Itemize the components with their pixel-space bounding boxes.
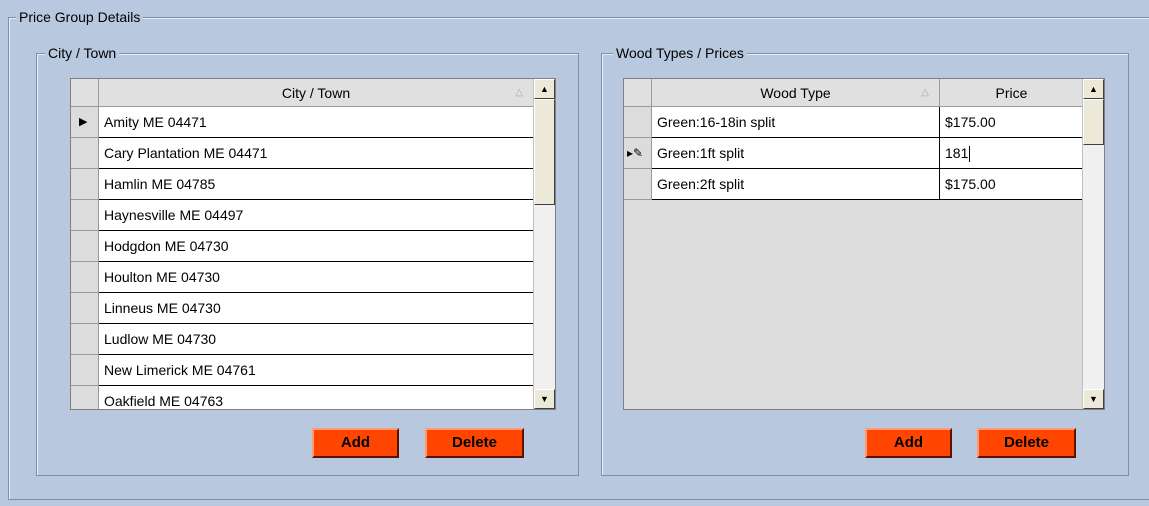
row-selector[interactable]	[71, 324, 99, 355]
city-town-column-label: City / Town	[281, 85, 351, 101]
current-row-arrow-icon: ▶	[79, 116, 88, 128]
row-selector[interactable]	[71, 231, 99, 262]
row-selector-editing[interactable]: ▸✎	[624, 138, 652, 169]
wood-types-grid[interactable]: Wood Type △ Price Green:16-18in split $1…	[623, 78, 1105, 410]
wood-type-column-label: Wood Type	[760, 85, 831, 101]
scroll-up-button[interactable]: ▲	[534, 79, 555, 99]
price-group-details-legend: Price Group Details	[16, 9, 144, 25]
city-vertical-scrollbar[interactable]: ▲ ▼	[533, 79, 555, 409]
row-selector[interactable]	[71, 262, 99, 293]
row-selector[interactable]	[71, 138, 99, 169]
scroll-up-button[interactable]: ▲	[1083, 79, 1104, 99]
wood-type-cell[interactable]: Green:16-18in split	[652, 107, 940, 138]
wood-type-cell[interactable]: Green:1ft split	[652, 138, 940, 169]
city-cell[interactable]: Houlton ME 04730	[99, 262, 534, 293]
row-selector[interactable]	[624, 169, 652, 200]
row-selector[interactable]	[71, 169, 99, 200]
city-cell[interactable]: Oakfield ME 04763	[99, 386, 534, 409]
price-cell[interactable]: $175.00	[940, 107, 1084, 138]
city-add-button[interactable]: Add	[312, 428, 399, 458]
sort-ascending-icon: △	[515, 87, 523, 98]
wood-type-cell[interactable]: Green:2ft split	[652, 169, 940, 200]
scroll-thumb[interactable]	[1083, 99, 1104, 145]
price-cell[interactable]: $175.00	[940, 169, 1084, 200]
city-town-column-header[interactable]: City / Town △	[99, 79, 534, 107]
wood-types-prices-legend: Wood Types / Prices	[613, 45, 747, 61]
row-selector-current[interactable]: ▶	[71, 107, 99, 138]
row-selector[interactable]	[71, 355, 99, 386]
city-town-grid[interactable]: City / Town △ ▶ Amity ME 04471 Cary Plan…	[70, 78, 556, 410]
city-cell[interactable]: Hodgdon ME 04730	[99, 231, 534, 262]
city-cell[interactable]: Cary Plantation ME 04471	[99, 138, 534, 169]
city-town-legend: City / Town	[45, 45, 120, 61]
down-arrow-icon: ▼	[540, 394, 549, 404]
price-column-label: Price	[995, 85, 1028, 101]
row-selector[interactable]	[71, 293, 99, 324]
up-arrow-icon: ▲	[540, 84, 549, 94]
city-cell[interactable]: Haynesville ME 04497	[99, 200, 534, 231]
scroll-down-button[interactable]: ▼	[534, 389, 555, 409]
down-arrow-icon: ▼	[1089, 394, 1098, 404]
price-cell-editing[interactable]: 181	[940, 138, 1084, 169]
wood-delete-button[interactable]: Delete	[977, 428, 1076, 458]
city-cell[interactable]: New Limerick ME 04761	[99, 355, 534, 386]
scroll-thumb[interactable]	[534, 99, 555, 205]
row-selector-header	[624, 79, 652, 107]
city-delete-button[interactable]: Delete	[425, 428, 524, 458]
city-cell[interactable]: Ludlow ME 04730	[99, 324, 534, 355]
city-cell[interactable]: Amity ME 04471	[99, 107, 534, 138]
city-cell[interactable]: Linneus ME 04730	[99, 293, 534, 324]
sort-ascending-icon: △	[921, 87, 929, 98]
price-edit-value: 181	[945, 145, 969, 161]
wood-add-button[interactable]: Add	[865, 428, 952, 458]
wood-type-column-header[interactable]: Wood Type △	[652, 79, 940, 107]
text-cursor	[969, 146, 971, 163]
row-selector-header	[71, 79, 99, 107]
price-column-header[interactable]: Price	[940, 79, 1084, 107]
up-arrow-icon: ▲	[1089, 84, 1098, 94]
row-selector[interactable]	[71, 200, 99, 231]
wood-vertical-scrollbar[interactable]: ▲ ▼	[1082, 79, 1104, 409]
row-selector[interactable]	[71, 386, 99, 409]
scroll-down-button[interactable]: ▼	[1083, 389, 1104, 409]
editing-row-pencil-icon: ▸✎	[627, 146, 644, 160]
row-selector[interactable]	[624, 107, 652, 138]
city-cell[interactable]: Hamlin ME 04785	[99, 169, 534, 200]
